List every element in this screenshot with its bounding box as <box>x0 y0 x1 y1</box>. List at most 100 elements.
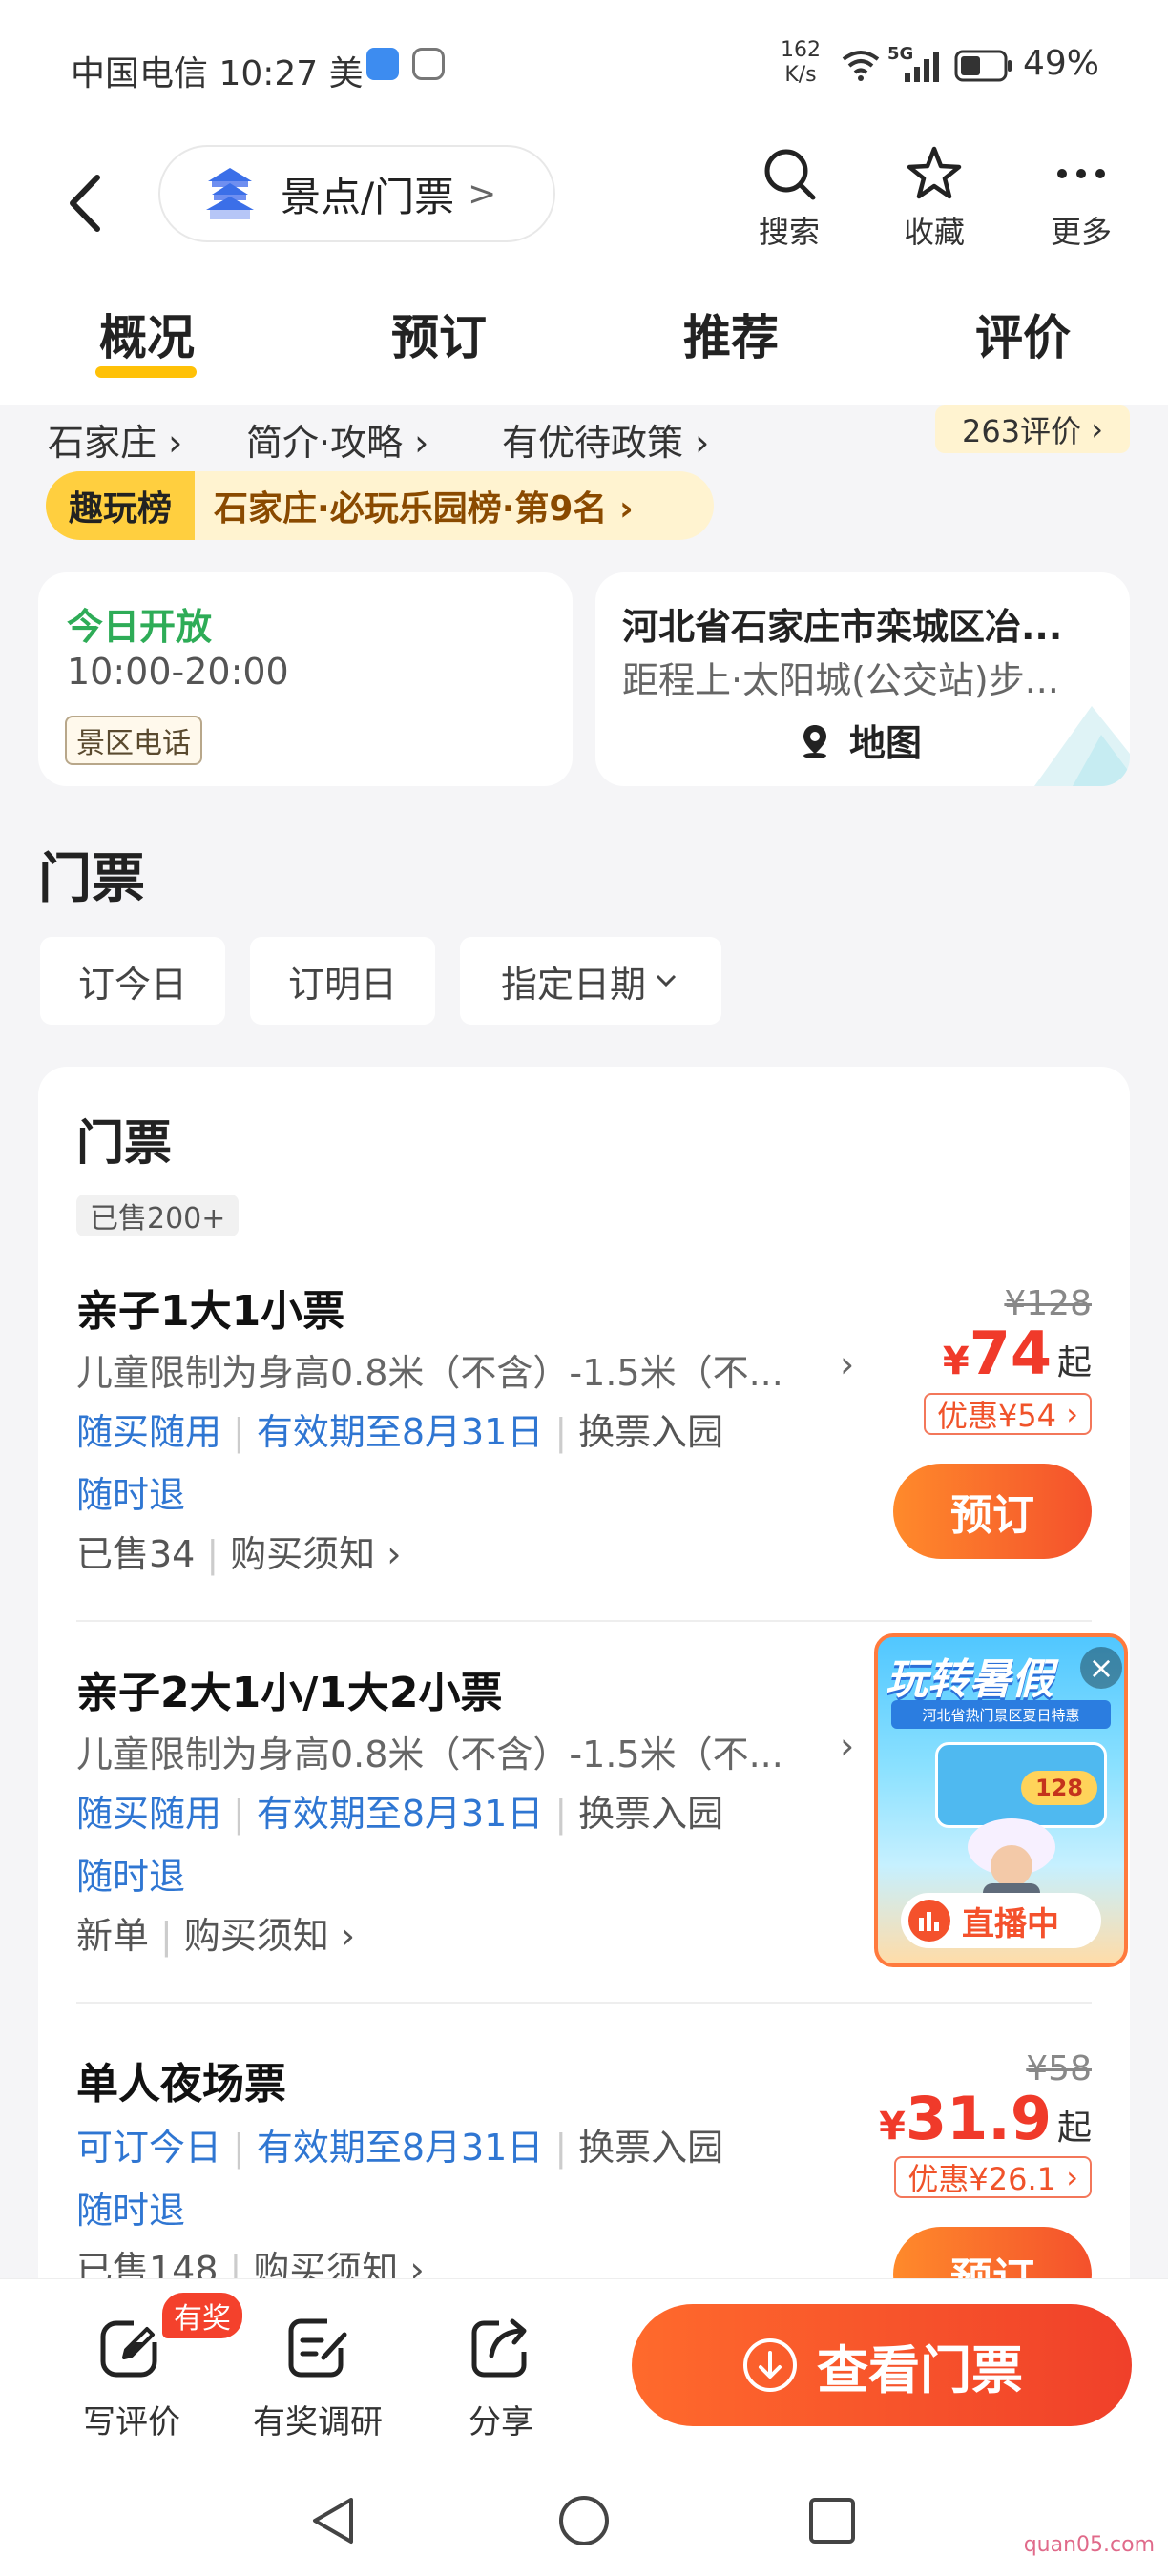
chevron-left-icon[interactable] <box>57 170 115 237</box>
view-tickets-button[interactable]: 查看门票 <box>632 2304 1132 2426</box>
reward-badge: 有奖 <box>162 2293 242 2338</box>
phone-tag[interactable]: 景区电话 <box>65 716 202 765</box>
tab-recommend[interactable]: 推荐 <box>655 300 807 368</box>
map-pin-icon <box>803 724 826 758</box>
category-breadcrumb[interactable]: 景点/门票 > <box>158 145 555 242</box>
purchase-notice-link[interactable]: 购买须知 <box>184 1915 329 1957</box>
refund-tag: 随时退 <box>76 1856 186 1898</box>
ticket-name: 亲子2大1小/1大2小票 <box>76 1669 503 1717</box>
tab-booking[interactable]: 预订 <box>363 300 515 368</box>
more-icon <box>1057 169 1105 178</box>
ticket-desc: 儿童限制为身高0.8米（不含）-1.5米（不... <box>76 1352 783 1394</box>
tab-reviews[interactable]: 评价 <box>947 300 1099 368</box>
ticket-tag: 有效期至8月31日 <box>256 2127 544 2169</box>
original-price: ¥58 <box>1026 2049 1092 2088</box>
survey-button[interactable]: 有奖调研 <box>246 2314 389 2442</box>
shield-notification-icon <box>412 48 445 80</box>
live-stream-promo[interactable]: 玩转暑假 河北省热门景区夏日特惠 128 × 直播中 <box>874 1633 1128 1967</box>
ranking-text: 石家庄·必玩乐园榜·第9名 › <box>214 489 634 529</box>
coupon-badge[interactable]: 优惠¥54 › <box>923 1393 1092 1435</box>
ticket-group-sold: 已售200+ <box>76 1195 240 1236</box>
divider <box>76 1620 1092 1622</box>
download-circle-icon <box>743 2338 797 2392</box>
active-tab-indicator <box>95 366 197 378</box>
live-promo-deal: 128 <box>1021 1771 1097 1805</box>
ticket-price: ¥74 起 <box>943 1319 1092 1388</box>
tab-bar: 概况 预订 推荐 评价 <box>0 277 1168 405</box>
close-icon[interactable]: × <box>1080 1647 1122 1689</box>
map-decoration-icon <box>1034 706 1130 786</box>
temple-icon <box>206 168 254 219</box>
ranking-text-label: 石家庄·必玩乐园榜·第9名 <box>214 489 608 529</box>
ticket-tags: 随买随用 | 有效期至8月31日 | 换票入园 <box>76 1411 724 1453</box>
chevron-down-icon <box>656 974 677 987</box>
ticket-group-title: 门票 <box>76 1115 172 1171</box>
nav-bar: 景点/门票 > 搜索 收藏 更多 <box>0 134 1168 277</box>
purchase-notice-link[interactable]: 购买须知 <box>230 1533 375 1575</box>
write-review-label: 写评价 <box>83 2403 180 2441</box>
ticket-sold: 已售34 <box>76 1533 196 1575</box>
recents-square-icon[interactable] <box>807 2496 857 2545</box>
chevron-right-icon[interactable]: › <box>840 1343 854 1385</box>
coupon-badge[interactable]: 优惠¥26.1 › <box>894 2156 1092 2198</box>
intro-link[interactable]: 简介·攻略 › <box>246 413 428 466</box>
ticket-footer: 已售34 | 购买须知 › <box>76 1533 402 1575</box>
transit-text: 距程上·太阳城(公交站)步... <box>622 659 1059 701</box>
ticket-tag: 换票入园 <box>578 1793 724 1835</box>
chevron-right-icon[interactable]: › <box>840 1725 854 1767</box>
ticket-tag: 随买随用 <box>76 1793 222 1835</box>
price-suffix: 起 <box>1056 2109 1092 2148</box>
address-text: 河北省石家庄市栾城区冶... <box>622 606 1063 648</box>
battery-percent: 49% <box>1023 44 1100 83</box>
choose-date-label: 指定日期 <box>500 963 646 1006</box>
favorite-button[interactable]: 收藏 <box>882 145 987 252</box>
policy-label: 有优待政策 <box>502 422 684 464</box>
carrier: 中国电信 <box>71 54 209 93</box>
share-icon <box>471 2318 527 2378</box>
book-button[interactable]: 预订 <box>893 1464 1092 1559</box>
home-circle-icon[interactable] <box>557 2494 611 2547</box>
ticket-sold: 新单 <box>76 1915 150 1957</box>
refund-tag: 随时退 <box>76 2190 186 2232</box>
live-bars-icon <box>908 1900 950 1942</box>
chevron-right-icon: > <box>468 174 497 214</box>
book-today-button[interactable]: 订今日 <box>40 937 225 1025</box>
ticket-item[interactable]: 亲子1大1小票 儿童限制为身高0.8米（不含）-1.5米（不... › 随买随用… <box>76 1277 1092 1591</box>
status-extra: 美 <box>328 54 364 93</box>
app-notification-icon <box>366 48 399 80</box>
status-time: 中国电信 10:27 美 <box>71 46 364 95</box>
address-card[interactable]: 河北省石家庄市栾城区冶... 距程上·太阳城(公交站)步... 地图 <box>595 572 1130 786</box>
ticket-tag: 可订今日 <box>76 2127 222 2169</box>
back-triangle-icon[interactable] <box>307 2494 359 2547</box>
map-button[interactable]: 地图 <box>796 714 922 766</box>
ticket-price: ¥31.9 起 <box>879 2084 1092 2153</box>
city-link[interactable]: 石家庄 › <box>48 413 182 466</box>
breadcrumb-label: 景点/门票 <box>281 173 455 220</box>
map-label: 地图 <box>849 722 923 764</box>
search-label: 搜索 <box>758 214 820 250</box>
more-label: 更多 <box>1050 214 1112 250</box>
share-label: 分享 <box>469 2403 533 2441</box>
opening-hours: 10:00-20:00 <box>67 651 289 693</box>
ticket-tags: 随买随用 | 有效期至8月31日 | 换票入园 <box>76 1793 724 1835</box>
share-button[interactable]: 分享 <box>448 2314 553 2442</box>
signal-icon <box>905 52 939 82</box>
ticket-item[interactable]: 单人夜场票 可订今日 | 有效期至8月31日 | 换票入园 随时退 已售148 | 购买须知… <box>76 2049 1092 2307</box>
coupon-label: 优惠¥54 <box>936 1398 1057 1434</box>
edit-icon <box>100 2314 166 2378</box>
hours-card[interactable]: 今日开放 10:00-20:00 景区电话 <box>38 572 573 786</box>
ticket-footer: 新单 | 购买须知 › <box>76 1915 356 1957</box>
tab-overview[interactable]: 概况 <box>71 300 223 368</box>
reviews-label: 263评价 <box>961 413 1082 449</box>
choose-date-button[interactable]: 指定日期 <box>460 937 721 1025</box>
coupon-label: 优惠¥26.1 <box>907 2161 1057 2197</box>
ranking-banner[interactable]: 趣玩榜 石家庄·必玩乐园榜·第9名 › <box>46 471 714 540</box>
battery-icon <box>954 50 1012 82</box>
reviews-pill[interactable]: 263评价 › <box>935 405 1130 453</box>
more-button[interactable]: 更多 <box>1029 145 1134 252</box>
speed-value: 162 <box>781 38 821 62</box>
search-button[interactable]: 搜索 <box>737 145 842 252</box>
policy-link[interactable]: 有优待政策 › <box>502 413 709 466</box>
book-tomorrow-button[interactable]: 订明日 <box>250 937 435 1025</box>
view-tickets-label: 查看门票 <box>817 2339 1023 2400</box>
